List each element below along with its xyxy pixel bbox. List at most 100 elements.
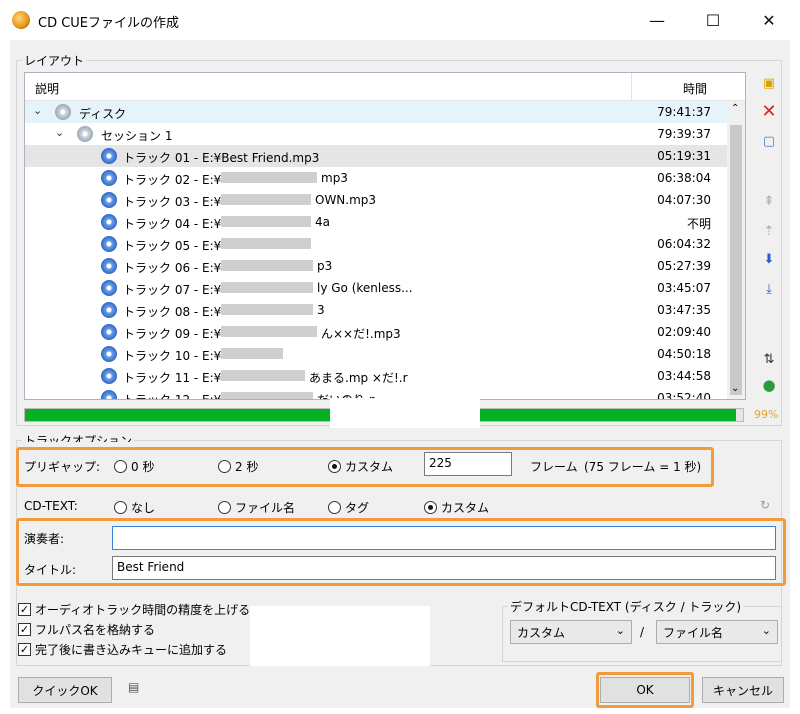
track-row[interactable]: トラック 10 - E:¥ 04:50:18 (25, 343, 727, 365)
track-row[interactable]: トラック 01 - E:¥Best Friend.mp3 05:19:31 (25, 145, 727, 167)
track-label: トラック 09 - E:¥ (123, 327, 222, 341)
radio-label: なし (131, 501, 156, 515)
column-header-description[interactable]: 説明 (35, 80, 59, 97)
tree-row-session[interactable]: ⌄ セッション 1 79:39:37 (25, 123, 727, 145)
chevron-down-icon[interactable]: ⌄ (55, 126, 64, 139)
radio-dot (218, 501, 231, 514)
cancel-button[interactable]: キャンセル (702, 677, 784, 703)
cdtext-none-radio[interactable]: なし (114, 499, 155, 516)
cdtext-filename-radio[interactable]: ファイル名 (218, 499, 295, 516)
track-cdtext-select[interactable]: ファイル名 ⌄ (656, 620, 778, 644)
track-row[interactable]: トラック 02 - E:¥ mp3 06:38:04 (25, 167, 727, 189)
track-time: 04:50:18 (657, 347, 711, 361)
properties-icon[interactable]: ▢ (760, 132, 778, 150)
copy-tag-icon[interactable]: ↻ (760, 498, 770, 512)
move-up-icon[interactable]: ⇡ (760, 222, 778, 240)
frame-note: (75 フレーム = 1 秒) (584, 460, 702, 474)
radio-label: 0 秒 (131, 460, 155, 474)
track-label-tail: ly Go (kenless... (317, 281, 413, 295)
select-value: ファイル名 (663, 626, 724, 640)
performer-input[interactable] (112, 526, 776, 550)
checkbox-add-queue[interactable]: ✓ 完了後に書き込みキューに追加する (18, 641, 227, 658)
minimize-button[interactable]: — (634, 0, 680, 40)
track-time: 06:04:32 (657, 237, 711, 251)
radio-dot (424, 501, 437, 514)
audio-track-icon (101, 236, 117, 252)
column-separator (631, 73, 632, 101)
track-row[interactable]: トラック 09 - E:¥ ん××だ!.mp3 02:09:40 (25, 321, 727, 343)
move-top-icon[interactable]: ⇞ (760, 192, 778, 210)
audio-track-icon (101, 258, 117, 274)
progress-percent: 99% (754, 408, 779, 421)
pregap-frames-input[interactable]: 225 (424, 452, 512, 476)
track-row[interactable]: トラック 08 - E:¥ 3 03:47:35 (25, 299, 727, 321)
track-label-tail: p3 (317, 259, 333, 273)
checkbox-fullpath[interactable]: ✓ フルパス名を格納する (18, 621, 155, 638)
scroll-up-icon[interactable]: ⌃ (731, 103, 739, 114)
track-time: 03:52:40 (657, 391, 711, 400)
move-down-icon[interactable]: ⬇ (760, 250, 778, 268)
list-header: 説明 時間 (25, 73, 745, 101)
track-row[interactable]: トラック 04 - E:¥ 4a 不明 (25, 211, 727, 233)
track-label: トラック 01 - E:¥Best Friend.mp3 (123, 151, 320, 165)
audio-track-icon (101, 302, 117, 318)
chevron-down-icon[interactable]: ⌄ (33, 104, 42, 117)
scroll-down-icon[interactable]: ⌄ (731, 383, 739, 394)
audio-track-icon (101, 346, 117, 362)
audio-track-icon (101, 368, 117, 384)
track-label: トラック 08 - E:¥ (123, 305, 222, 319)
track-row[interactable]: トラック 06 - E:¥ p3 05:27:39 (25, 255, 727, 277)
select-value: カスタム (517, 626, 566, 640)
delete-icon[interactable]: ✕ (760, 101, 778, 122)
track-label: トラック 10 - E:¥ (123, 349, 222, 363)
track-time: 03:47:35 (657, 303, 711, 317)
redacted-path (221, 172, 317, 183)
redacted-path (221, 282, 313, 293)
track-row[interactable]: トラック 05 - E:¥ 06:04:32 (25, 233, 727, 255)
cdtext-tag-radio[interactable]: タグ (328, 499, 369, 516)
chevron-down-icon: ⌄ (761, 624, 771, 637)
radio-dot (114, 501, 127, 514)
sort-icon[interactable]: ⇅ (760, 350, 778, 368)
audio-track-icon (101, 170, 117, 186)
track-row[interactable]: トラック 11 - E:¥ あまる.mp ×だ!.r 03:44:58 (25, 365, 727, 387)
track-label-tail: 4a (315, 215, 330, 229)
redacted-area (250, 606, 430, 666)
track-options-label: トラックオプション (22, 432, 135, 442)
cdtext-custom-radio[interactable]: カスタム (424, 499, 489, 516)
audio-track-icon (101, 324, 117, 340)
checkbox-box: ✓ (18, 623, 31, 636)
radio-label: カスタム (345, 460, 394, 474)
pregap-2-radio[interactable]: 2 秒 (218, 458, 258, 475)
radio-label: ファイル名 (235, 501, 296, 515)
column-header-time[interactable]: 時間 (683, 80, 707, 97)
checkbox-precision[interactable]: ✓ オーディオトラック時間の精度を上げる (18, 601, 250, 618)
quick-ok-button[interactable]: クイックOK (18, 677, 112, 703)
track-tree-list[interactable]: 説明 時間 ⌄ ディスク 79:41:37 ⌄ セッション 1 79:39:37… (24, 72, 746, 400)
pregap-0-radio[interactable]: 0 秒 (114, 458, 154, 475)
checkbox-label: 完了後に書き込みキューに追加する (35, 643, 228, 657)
session-label: セッション 1 (101, 129, 173, 143)
disc-cdtext-select[interactable]: カスタム ⌄ (510, 620, 632, 644)
ok-button[interactable]: OK (600, 677, 690, 703)
vertical-scrollbar[interactable]: ⌃ ⌄ (727, 101, 745, 399)
checkbox-label: オーディオトラック時間の精度を上げる (35, 603, 251, 617)
maximize-button[interactable]: ☐ (690, 0, 736, 40)
add-green-icon[interactable]: ● (760, 376, 778, 394)
add-file-icon[interactable]: ▣ (760, 74, 778, 92)
tree-row-disc[interactable]: ⌄ ディスク 79:41:37 (25, 101, 727, 123)
pregap-custom-radio[interactable]: カスタム (328, 458, 393, 475)
close-button[interactable]: ✕ (746, 0, 792, 40)
title-input[interactable]: Best Friend (112, 556, 776, 580)
redacted-path (221, 348, 283, 359)
move-bottom-icon[interactable]: ⤓ (760, 280, 778, 298)
track-row[interactable]: トラック 03 - E:¥ OWN.mp3 04:07:30 (25, 189, 727, 211)
track-time: 05:27:39 (657, 259, 711, 273)
scrollbar-thumb[interactable] (730, 125, 742, 395)
audio-track-icon (101, 280, 117, 296)
track-row[interactable]: トラック 07 - E:¥ ly Go (kenless... 03:45:07 (25, 277, 727, 299)
radio-dot (218, 460, 231, 473)
layout-group-label: レイアウト (22, 52, 87, 69)
redacted-path (221, 304, 313, 315)
clipboard-icon[interactable]: ▤ (128, 680, 139, 694)
